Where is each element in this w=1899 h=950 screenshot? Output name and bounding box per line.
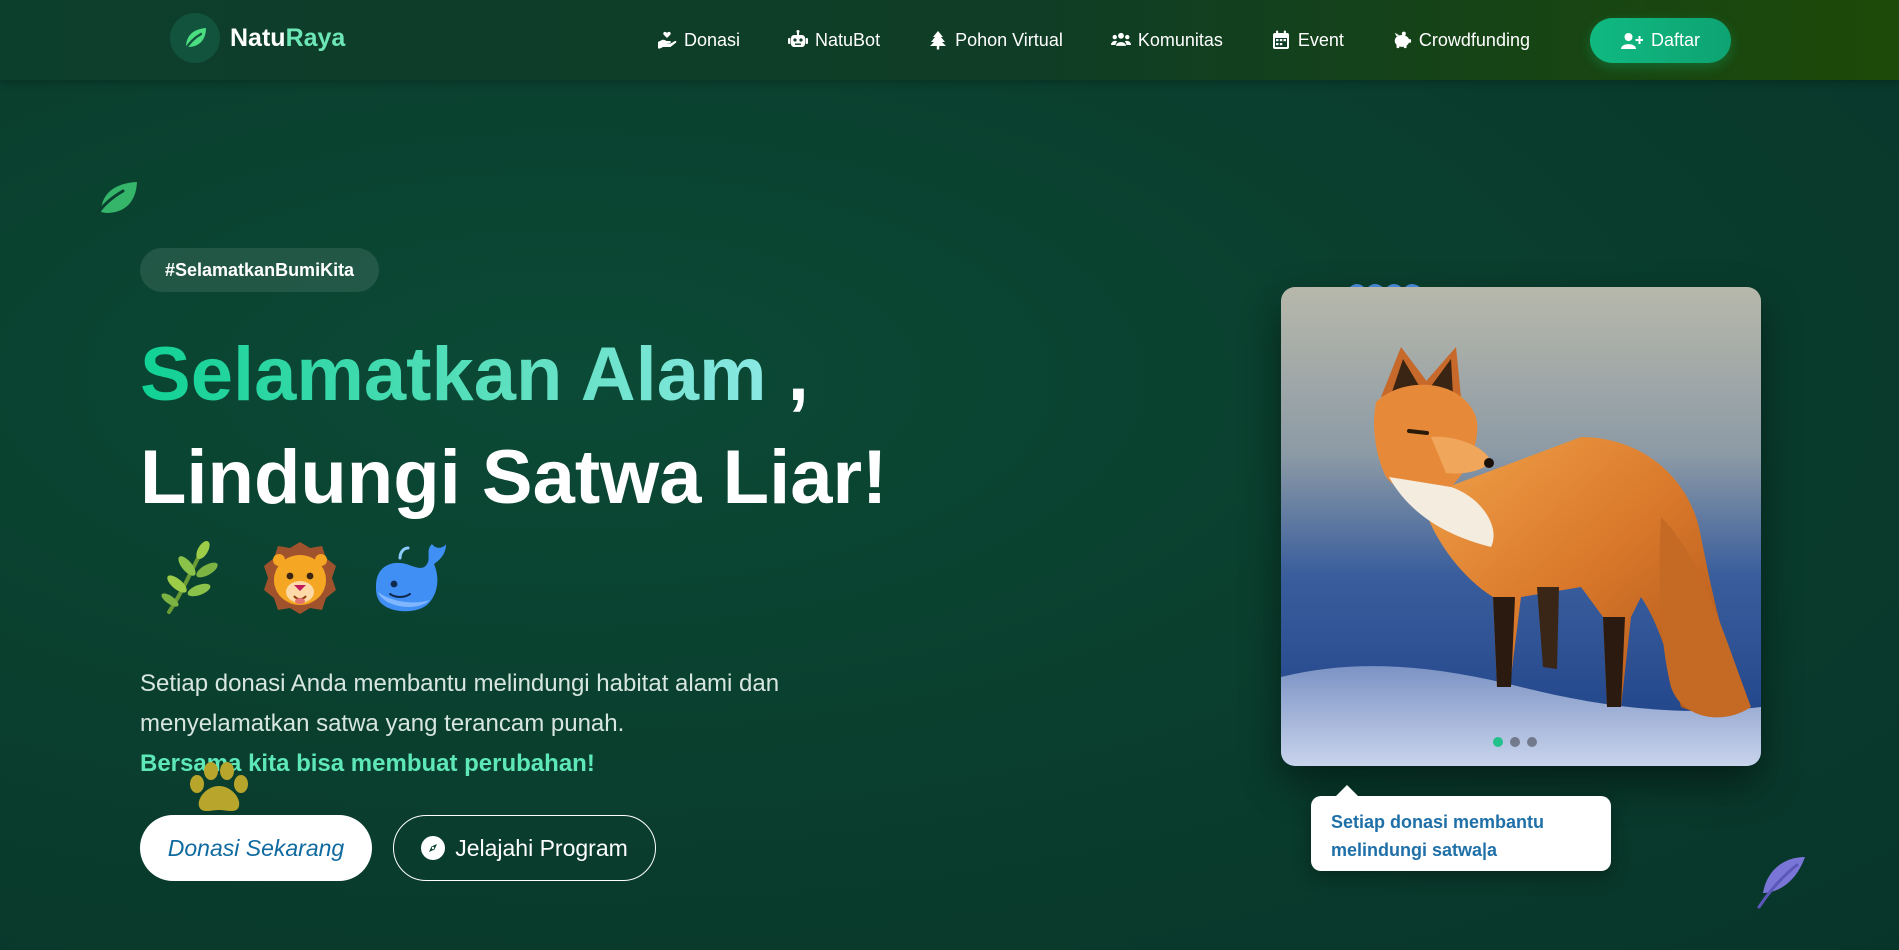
leaf-decoration-icon xyxy=(93,178,139,223)
register-button[interactable]: Daftar xyxy=(1590,18,1731,63)
emoji-row xyxy=(150,535,450,620)
leaf-logo-icon xyxy=(170,13,220,63)
robot-icon xyxy=(788,30,809,47)
nav-item-pohon-virtual[interactable]: Pohon Virtual xyxy=(928,30,1063,51)
slider-dot-3[interactable] xyxy=(1527,737,1537,747)
feather-decoration-icon xyxy=(1755,853,1809,914)
navbar: NatuRaya Donasi NatuBot Pohon Virtual Ko… xyxy=(0,0,1899,80)
brand-name-part1: Natu xyxy=(230,23,286,52)
slider-dot-1[interactable] xyxy=(1493,737,1503,747)
hero-title-line1: Selamatkan Alam , xyxy=(140,330,809,420)
slider-dots xyxy=(1493,737,1537,747)
explore-programs-button[interactable]: Jelajahi Program xyxy=(393,815,656,881)
hero-description: Setiap donasi Anda membantu melindungi h… xyxy=(140,670,780,737)
nav-item-donasi[interactable]: Donasi xyxy=(657,30,740,51)
user-plus-icon xyxy=(1620,32,1643,49)
nav-item-label: Event xyxy=(1297,29,1344,50)
lion-icon xyxy=(260,535,340,620)
nav-menu: Donasi NatuBot Pohon Virtual Komunitas E… xyxy=(657,0,1578,80)
nav-item-label: Donasi xyxy=(684,29,741,50)
register-button-label: Daftar xyxy=(1650,30,1701,50)
nav-item-label: NatuBot xyxy=(815,29,881,50)
donate-now-button[interactable]: Donasi Sekarang xyxy=(140,815,372,881)
nav-item-label: Pohon Virtual xyxy=(955,29,1063,50)
whale-icon xyxy=(370,535,450,620)
slider-dot-2[interactable] xyxy=(1510,737,1520,747)
calendar-icon xyxy=(1272,30,1289,49)
explore-programs-label: Jelajahi Program xyxy=(455,834,628,861)
hero-title-line2: Lindungi Satwa Liar! xyxy=(140,435,888,520)
nav-item-label: Komunitas xyxy=(1137,29,1223,50)
brand-name: NatuRaya xyxy=(230,24,345,53)
nav-item-komunitas[interactable]: Komunitas xyxy=(1110,29,1223,51)
fox-photo xyxy=(1281,287,1761,766)
nav-item-event[interactable]: Event xyxy=(1271,30,1344,51)
users-icon xyxy=(1110,32,1131,46)
hand-heart-icon xyxy=(658,31,677,49)
piggy-bank-icon xyxy=(1394,31,1411,49)
hero-image-slide[interactable] xyxy=(1281,287,1761,766)
nav-item-natubot[interactable]: NatuBot xyxy=(788,30,880,51)
donation-tooltip: Setiap donasi membantu melindungi satwa|… xyxy=(1311,785,1611,871)
herb-icon xyxy=(150,535,230,620)
brand-name-part2: Raya xyxy=(285,23,346,52)
brand-logo-link[interactable]: NatuRaya xyxy=(170,13,345,63)
nav-item-crowdfunding[interactable]: Crowdfunding xyxy=(1392,30,1530,51)
compass-icon xyxy=(421,836,446,860)
hero-title-comma: , xyxy=(766,332,809,417)
tree-icon xyxy=(930,31,947,50)
hero-title-highlight: Selamatkan Alam xyxy=(140,332,767,417)
hashtag-badge: #SelamatkanBumiKita xyxy=(140,248,380,292)
nav-item-label: Crowdfunding xyxy=(1418,29,1530,50)
